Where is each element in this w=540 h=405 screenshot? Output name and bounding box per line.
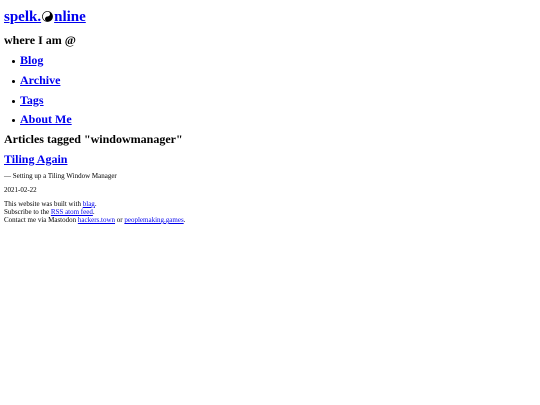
article-date: 2021-02-22 <box>4 186 37 194</box>
footer-built-with-period: . <box>94 200 97 208</box>
site-title-link[interactable]: spelk. nline <box>4 7 86 27</box>
hackers-town-link[interactable]: hackers.town <box>78 216 115 224</box>
bullet-icon <box>12 59 15 63</box>
bullet-icon <box>12 118 15 122</box>
nav-item-about: About Me <box>12 112 72 127</box>
blag-link[interactable]: blag <box>83 200 95 208</box>
nav-item-tags: Tags <box>12 93 44 108</box>
nav-link-archive[interactable]: Archive <box>20 73 60 87</box>
footer-subscribe: Subscribe to the RSS atom feed. <box>4 208 185 216</box>
footer-contact: Contact me via Mastodon hackers.town or … <box>4 216 185 224</box>
nav-item-archive: Archive <box>12 73 60 88</box>
site-tagline: where I am @ <box>4 33 76 47</box>
peoplemaking-games-link[interactable]: peoplemaking.games <box>124 216 183 224</box>
rss-feed-link[interactable]: RSS atom feed <box>51 208 93 216</box>
page-title: Articles tagged "windowmanager" <box>4 132 183 146</box>
site-title-start: spelk. <box>4 9 42 25</box>
nav-item-blog: Blog <box>12 53 43 68</box>
site-title-end: nline <box>54 9 86 25</box>
footer-subscribe-period: . <box>92 208 95 216</box>
article-title-link[interactable]: Tiling Again <box>4 152 67 167</box>
footer-built-with-text: This website was built with <box>4 200 81 208</box>
footer-contact-text: Contact me via Mastodon <box>4 216 77 224</box>
footer-built-with: This website was built with blag. <box>4 200 185 208</box>
nav-link-about[interactable]: About Me <box>20 112 72 126</box>
footer-contact-or: or <box>116 216 123 224</box>
footer-contact-period: . <box>183 216 186 224</box>
bullet-icon <box>12 99 15 103</box>
footer: This website was built with blag. Subscr… <box>4 200 185 224</box>
footer-subscribe-text: Subscribe to the <box>4 208 50 216</box>
bullet-icon <box>12 79 15 83</box>
yin-yang-icon <box>42 11 53 22</box>
nav-link-tags[interactable]: Tags <box>20 93 44 107</box>
nav-link-blog[interactable]: Blog <box>20 53 43 67</box>
article-summary: — Setting up a Tiling Window Manager <box>4 172 117 180</box>
